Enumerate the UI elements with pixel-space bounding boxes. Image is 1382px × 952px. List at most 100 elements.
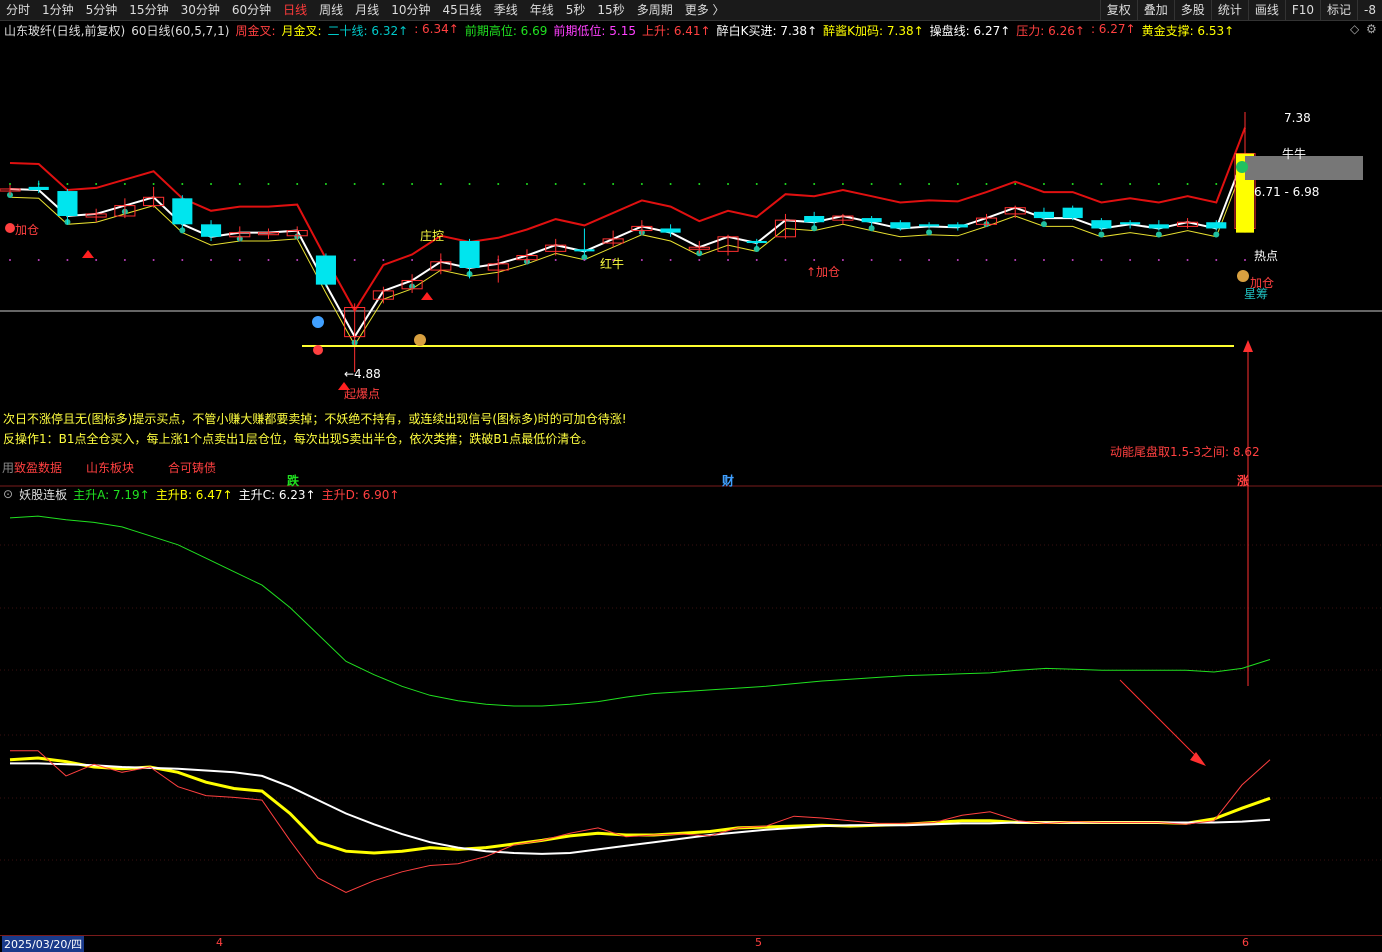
purple-dot-9 xyxy=(267,259,270,261)
candle-body-11 xyxy=(315,255,336,285)
trend-dot-42 xyxy=(1213,231,1220,238)
candle-body-37 xyxy=(1062,207,1083,219)
heart-signal-icon xyxy=(313,345,323,355)
candle-body-23 xyxy=(660,228,681,233)
purple-dot-7 xyxy=(210,259,213,261)
green-dot-40 xyxy=(1157,183,1160,185)
green-dot-24 xyxy=(698,183,701,185)
up-signal-arrow-2 xyxy=(421,292,433,300)
green-dot-17 xyxy=(497,183,500,185)
green-dot-41 xyxy=(1186,183,1189,185)
green-dot-8 xyxy=(238,183,241,185)
candle-body-2 xyxy=(57,191,78,216)
purple-dot-27 xyxy=(784,259,787,261)
green-dot-14 xyxy=(411,183,414,185)
green-dot-42 xyxy=(1215,183,1218,185)
up-signal-arrow-1 xyxy=(82,250,94,258)
purple-dot-10 xyxy=(296,259,299,261)
green-dot-15 xyxy=(439,183,442,185)
purple-dot-40 xyxy=(1157,259,1160,261)
sub-series-3 xyxy=(10,750,1271,893)
candle-body-16 xyxy=(459,240,480,268)
green-dot-10 xyxy=(296,183,299,185)
sub-indicator-legend: ⊙ 妖股连板 主升A: 7.19↑ 主升B: 6.47↑ 主升C: 6.23↑ 主升D… xyxy=(0,486,411,502)
month-label-6: 6 xyxy=(1242,936,1249,949)
green-dot-6 xyxy=(181,183,184,185)
purple-dot-29 xyxy=(841,259,844,261)
sub-series-2 xyxy=(10,762,1271,855)
green-dot-12 xyxy=(353,183,356,185)
green-dot-20 xyxy=(583,183,586,185)
green-dot-33 xyxy=(956,183,959,185)
purple-dot-14 xyxy=(411,259,414,261)
purple-dot-43 xyxy=(1244,259,1246,261)
label-jiacang-2: ↑加仓 xyxy=(806,265,840,279)
green-dot-26 xyxy=(755,183,758,185)
diamond-signal-icon xyxy=(312,316,324,328)
green-dot-28 xyxy=(813,183,816,185)
green-dot-18 xyxy=(525,183,528,185)
green-dot-22 xyxy=(640,183,643,185)
trend-dot-38 xyxy=(1098,231,1105,238)
purple-dot-5 xyxy=(152,259,155,261)
purple-dot-28 xyxy=(813,259,816,261)
sub-indicator-values: 主升A: 7.19↑ 主升B: 6.47↑ 主升C: 6.23↑ 主升D: 6.90↑ xyxy=(73,486,405,503)
purple-dot-37 xyxy=(1071,259,1074,261)
green-dot-39 xyxy=(1129,183,1132,185)
sub-value-1: 主升B: 6.47↑ xyxy=(155,487,233,502)
label-qibaodian: 起爆点 xyxy=(344,387,380,401)
label-hongniu: 红牛 xyxy=(600,256,624,271)
candle-body-42 xyxy=(1206,222,1227,229)
green-dot-16 xyxy=(468,183,471,185)
green-dot-30 xyxy=(870,183,873,185)
purple-dot-2 xyxy=(66,259,69,261)
label-jiacang-1: 加仓 xyxy=(15,223,39,237)
pointer-arrow-head xyxy=(1190,752,1206,766)
sub-value-2: 主升C: 6.23↑ xyxy=(238,487,316,502)
purple-dot-6 xyxy=(181,259,184,261)
label-price-high: 7.38 xyxy=(1284,111,1311,125)
month-label-5: 5 xyxy=(755,936,762,949)
purple-dot-38 xyxy=(1100,259,1103,261)
green-dot-3 xyxy=(95,183,98,185)
collapse-icon[interactable]: ⊙ xyxy=(3,487,13,501)
green-dot-31 xyxy=(899,183,902,185)
green-dot-34 xyxy=(985,183,988,185)
green-dot-37 xyxy=(1071,183,1074,185)
trend-dot-32 xyxy=(926,229,933,236)
green-dot-11 xyxy=(324,183,327,185)
candle-body-7 xyxy=(200,224,222,237)
green-dot-0 xyxy=(9,183,11,185)
purple-dot-30 xyxy=(870,259,873,261)
sub-series-1 xyxy=(9,756,1271,855)
candle-body-28 xyxy=(804,216,825,223)
purple-dot-12 xyxy=(353,259,356,261)
tag-0: 用 xyxy=(2,461,15,475)
green-dot-27 xyxy=(784,183,787,185)
trend-dot-36 xyxy=(1040,221,1047,228)
event-marker-2: 涨 xyxy=(1237,474,1250,488)
green-dot-38 xyxy=(1100,183,1103,185)
purple-dot-36 xyxy=(1042,259,1045,261)
momentum-note: 动能尾盘取1.5-3之间: 8.62 xyxy=(1110,445,1260,459)
trend-dot-40 xyxy=(1155,231,1162,238)
purple-dot-41 xyxy=(1186,259,1189,261)
green-dot-25 xyxy=(727,183,730,185)
sub-indicator-title[interactable]: 妖股连板 xyxy=(19,486,67,503)
purple-dot-32 xyxy=(928,259,931,261)
purple-dot-19 xyxy=(554,259,557,261)
purple-dot-1 xyxy=(37,259,40,261)
pointer-arrow-line xyxy=(1119,679,1201,761)
candle-body-33 xyxy=(947,224,968,228)
green-dot-7 xyxy=(210,183,213,185)
purple-dot-34 xyxy=(985,259,988,261)
purple-dot-3 xyxy=(95,259,98,261)
green-dot-29 xyxy=(841,183,844,185)
label-price-low: ←4.88 xyxy=(344,367,381,381)
label-zhuangkong: 庄控 xyxy=(420,228,444,243)
green-dot-2 xyxy=(66,183,69,185)
tag-1: 致盈数据 xyxy=(14,461,63,475)
green-dot-13 xyxy=(382,183,385,185)
candle-body-31 xyxy=(890,222,911,229)
candle-body-6 xyxy=(172,198,193,225)
